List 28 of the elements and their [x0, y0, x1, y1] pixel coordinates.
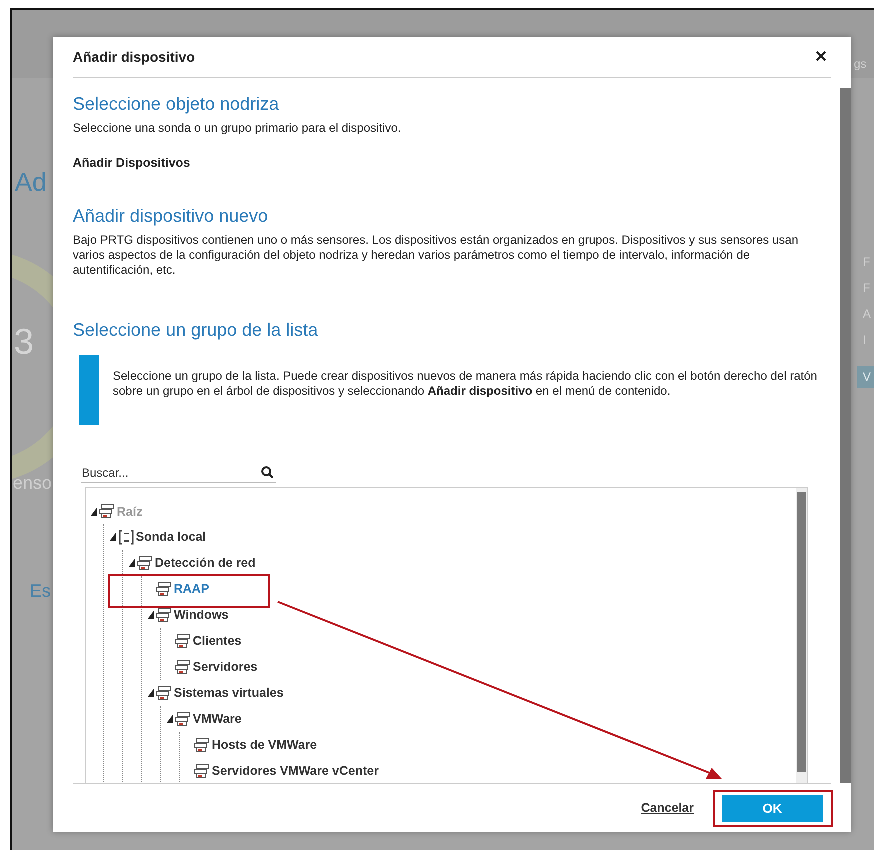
server-group-icon [156, 608, 173, 622]
server-group-icon [175, 634, 192, 648]
search-field[interactable]: Buscar... [81, 463, 276, 483]
search-icon[interactable] [261, 466, 274, 479]
dialog-title: Añadir dispositivo [73, 49, 196, 65]
cancel-link[interactable]: Cancelar [635, 800, 700, 816]
section-text: Bajo PRTG dispositivos contienen uno o más sensores. Los dispositivos están organizados en grupos. Dispositivos y sus sensores usan varios aspectos de la configuración del objeto nodriza y heredan varios parámetros como el tiempo de intervalo, información de autentificación, etc. [73, 233, 800, 278]
server-group-icon [156, 582, 173, 596]
server-group-icon [99, 504, 116, 519]
info-bar [79, 355, 99, 425]
background-text: Es [30, 582, 52, 602]
section-text: Seleccione una sonda o un grupo primario para el dispositivo. [73, 121, 402, 136]
parent-object-label: Añadir Dispositivos [73, 156, 192, 170]
server-group-icon [194, 738, 211, 752]
scrollbar[interactable] [840, 88, 851, 783]
section-heading: Seleccione un grupo de la lista [73, 320, 320, 341]
probe-icon [118, 530, 135, 544]
section-heading: Añadir dispositivo nuevo [73, 206, 270, 227]
server-group-icon [156, 686, 173, 700]
scrollbar[interactable] [796, 488, 807, 783]
section-heading: Seleccione objeto nodriza [73, 94, 280, 115]
server-group-icon [175, 712, 192, 726]
close-button[interactable]: × [811, 46, 831, 68]
server-group-icon [194, 764, 211, 778]
info-text: Seleccione un grupo de la lista. Puede crear dispositivos nuevos de manera más rápida haciendo clic con el botón derecho del ratón sobre un grupo en el árbol de dispositivos y seleccionando Añadir dispositivo en el menú de contenido. [113, 368, 818, 400]
server-group-icon [137, 556, 154, 570]
background-text: Ad [15, 168, 47, 197]
server-group-icon [175, 660, 192, 674]
